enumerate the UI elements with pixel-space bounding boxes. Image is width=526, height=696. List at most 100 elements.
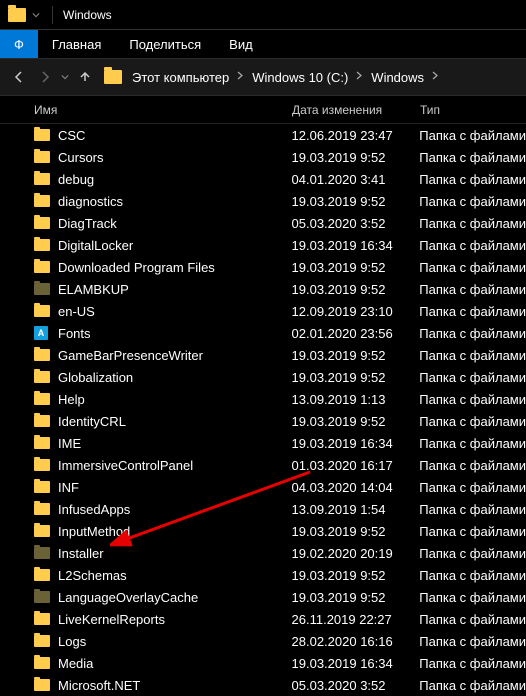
file-name: CSC [58, 128, 292, 143]
folder-row[interactable]: DiagTrack05.03.2020 3:52Папка с файлами [0, 212, 526, 234]
folder-row[interactable]: Installer19.02.2020 20:19Папка с файлами [0, 542, 526, 564]
folder-icon [34, 261, 50, 273]
file-name: Globalization [58, 370, 292, 385]
folder-icon [34, 151, 50, 163]
folder-row[interactable]: diagnostics19.03.2019 9:52Папка с файлам… [0, 190, 526, 212]
file-tab[interactable]: Ф [0, 30, 38, 58]
file-name: InputMethod [58, 524, 292, 539]
forward-button[interactable] [32, 64, 58, 90]
folder-row[interactable]: Cursors19.03.2019 9:52Папка с файлами [0, 146, 526, 168]
column-type[interactable]: Тип [420, 103, 526, 117]
file-name: Media [58, 656, 292, 671]
folder-row[interactable]: IME19.03.2019 16:34Папка с файлами [0, 432, 526, 454]
file-date: 02.01.2020 23:56 [292, 326, 420, 341]
file-name: Microsoft.NET [58, 678, 292, 693]
file-type: Папка с файлами [419, 194, 526, 209]
folder-row[interactable]: Globalization19.03.2019 9:52Папка с файл… [0, 366, 526, 388]
qat-dropdown[interactable] [32, 11, 40, 19]
file-date: 28.02.2020 16:16 [292, 634, 420, 649]
file-type: Папка с файлами [419, 238, 526, 253]
navigation-bar: Этот компьютер Windows 10 (C:) Windows [0, 58, 526, 96]
folder-row[interactable]: L2Schemas19.03.2019 9:52Папка с файлами [0, 564, 526, 586]
folder-row[interactable]: Help13.09.2019 1:13Папка с файлами [0, 388, 526, 410]
folder-row[interactable]: debug04.01.2020 3:41Папка с файлами [0, 168, 526, 190]
ribbon-tab-1[interactable]: Поделиться [115, 31, 215, 58]
folder-icon [34, 679, 50, 691]
file-date: 19.03.2019 9:52 [292, 260, 420, 275]
folder-row[interactable]: en-US12.09.2019 23:10Папка с файлами [0, 300, 526, 322]
file-name: L2Schemas [58, 568, 292, 583]
column-name[interactable]: Имя [34, 103, 292, 117]
folder-icon [34, 591, 50, 603]
ribbon-tab-2[interactable]: Вид [215, 31, 267, 58]
folder-row[interactable]: IdentityCRL19.03.2019 9:52Папка с файлам… [0, 410, 526, 432]
file-name: ImmersiveControlPanel [58, 458, 292, 473]
file-date: 19.03.2019 9:52 [292, 150, 420, 165]
file-date: 19.03.2019 9:52 [292, 590, 420, 605]
file-name: en-US [58, 304, 292, 319]
folder-row[interactable]: Media19.03.2019 16:34Папка с файлами [0, 652, 526, 674]
folder-row[interactable]: InfusedApps13.09.2019 1:54Папка с файлам… [0, 498, 526, 520]
file-name: Downloaded Program Files [58, 260, 292, 275]
file-date: 19.03.2019 9:52 [292, 194, 420, 209]
file-list: CSC12.06.2019 23:47Папка с файламиCursor… [0, 124, 526, 696]
address-bar[interactable]: Этот компьютер Windows 10 (C:) Windows [104, 70, 447, 85]
folder-icon: A [34, 326, 48, 340]
folder-icon [34, 459, 50, 471]
file-date: 05.03.2020 3:52 [292, 678, 420, 693]
folder-icon [34, 305, 50, 317]
file-date: 19.03.2019 9:52 [292, 282, 420, 297]
file-name: INF [58, 480, 292, 495]
file-date: 05.03.2020 3:52 [292, 216, 420, 231]
file-date: 19.03.2019 9:52 [292, 524, 420, 539]
folder-row[interactable]: LanguageOverlayCache19.03.2019 9:52Папка… [0, 586, 526, 608]
file-name: DigitalLocker [58, 238, 292, 253]
file-date: 19.03.2019 16:34 [292, 238, 420, 253]
folder-row[interactable]: DigitalLocker19.03.2019 16:34Папка с фай… [0, 234, 526, 256]
folder-row[interactable]: InputMethod19.03.2019 9:52Папка с файлам… [0, 520, 526, 542]
file-date: 12.09.2019 23:10 [292, 304, 420, 319]
file-type: Папка с файлами [419, 546, 526, 561]
folder-row[interactable]: Microsoft.NET05.03.2020 3:52Папка с файл… [0, 674, 526, 696]
folder-icon [34, 195, 50, 207]
folder-icon [34, 349, 50, 361]
file-date: 19.03.2019 16:34 [292, 656, 420, 671]
chevron-right-icon [356, 71, 363, 83]
file-type: Папка с файлами [419, 634, 526, 649]
folder-row[interactable]: INF04.03.2020 14:04Папка с файлами [0, 476, 526, 498]
file-name: Fonts [58, 326, 292, 341]
file-name: Cursors [58, 150, 292, 165]
folder-icon [104, 70, 122, 84]
file-name: InfusedApps [58, 502, 292, 517]
folder-icon [34, 437, 50, 449]
file-type: Папка с файлами [419, 150, 526, 165]
file-date: 04.01.2020 3:41 [292, 172, 420, 187]
recent-dropdown[interactable] [58, 64, 72, 90]
file-name: Help [58, 392, 292, 407]
up-button[interactable] [72, 64, 98, 90]
folder-row[interactable]: LiveKernelReports26.11.2019 22:27Папка с… [0, 608, 526, 630]
breadcrumb-1[interactable]: Windows 10 (C:) [252, 70, 348, 85]
file-name: ELAMBKUP [58, 282, 292, 297]
chevron-right-icon [432, 71, 439, 83]
folder-row[interactable]: ELAMBKUP19.03.2019 9:52Папка с файлами [0, 278, 526, 300]
column-date[interactable]: Дата изменения [292, 103, 420, 117]
ribbon-tab-0[interactable]: Главная [38, 31, 115, 58]
back-button[interactable] [6, 64, 32, 90]
file-type: Папка с файлами [419, 612, 526, 627]
file-type: Папка с файлами [419, 590, 526, 605]
breadcrumb-2[interactable]: Windows [371, 70, 424, 85]
folder-row[interactable]: CSC12.06.2019 23:47Папка с файлами [0, 124, 526, 146]
folder-icon [8, 8, 26, 22]
folder-row[interactable]: ImmersiveControlPanel01.03.2020 16:17Пап… [0, 454, 526, 476]
file-type: Папка с файлами [419, 282, 526, 297]
folder-row[interactable]: GameBarPresenceWriter19.03.2019 9:52Папк… [0, 344, 526, 366]
folder-icon [34, 547, 50, 559]
file-type: Папка с файлами [419, 656, 526, 671]
folder-row[interactable]: Logs28.02.2020 16:16Папка с файлами [0, 630, 526, 652]
breadcrumb-0[interactable]: Этот компьютер [132, 70, 229, 85]
folder-icon [34, 239, 50, 251]
folder-icon [34, 217, 50, 229]
folder-row[interactable]: AFonts02.01.2020 23:56Папка с файлами [0, 322, 526, 344]
folder-row[interactable]: Downloaded Program Files19.03.2019 9:52П… [0, 256, 526, 278]
